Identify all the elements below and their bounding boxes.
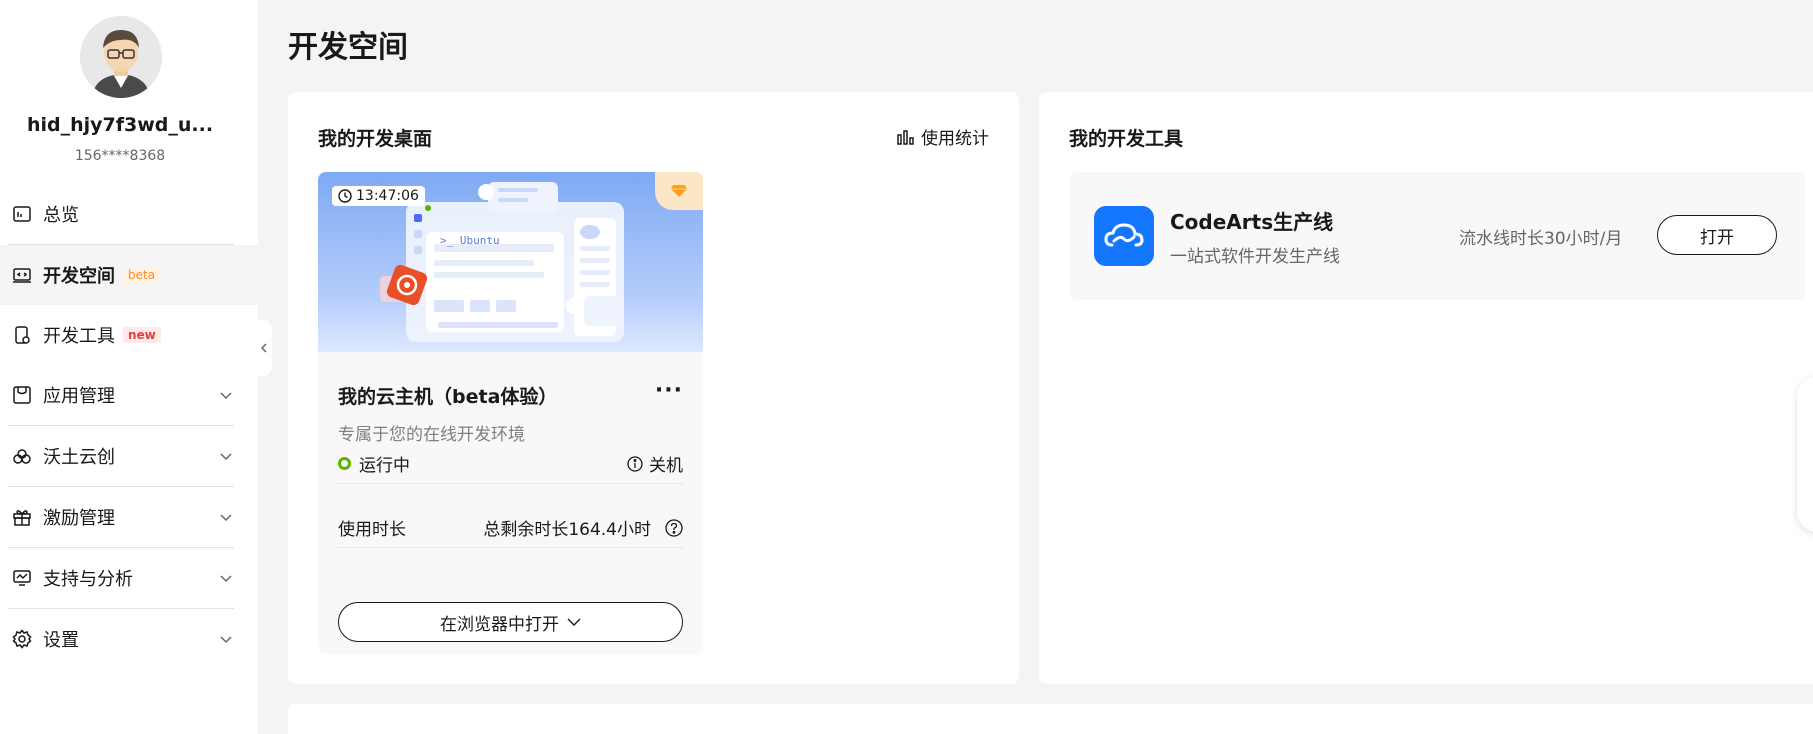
beta-badge: beta xyxy=(123,267,161,283)
cloud-icon xyxy=(12,446,32,466)
banner-terminal-text: >_ Ubuntu xyxy=(440,234,500,247)
vm-banner-image: >_ Ubuntu 13:47:06 xyxy=(318,172,703,352)
dashboard-icon xyxy=(12,204,32,224)
vm-description: 专属于您的在线开发环境 xyxy=(338,425,525,445)
remaining-time: 总剩余时长164.4小时 xyxy=(483,515,683,540)
chevron-down-icon xyxy=(220,514,232,522)
more-options-icon[interactable]: ··· xyxy=(655,378,683,403)
user-phone: 156****8368 xyxy=(74,148,166,164)
shutdown-label: 关机 xyxy=(649,456,683,476)
sidebar-item-cloud[interactable]: 沃土云创 xyxy=(0,426,258,486)
chevron-down-icon xyxy=(567,618,581,626)
monitor-icon xyxy=(12,568,32,588)
gear-icon xyxy=(12,629,32,649)
open-in-browser-button[interactable]: 在浏览器中打开 xyxy=(338,602,683,642)
dev-tools-card: 我的开发工具 CodeArts生产线 一站式软件开发生产线 流水线时长30小时/… xyxy=(1039,92,1813,684)
chevron-down-icon xyxy=(220,392,232,400)
new-badge: new xyxy=(123,327,161,343)
status-label: 运行中 xyxy=(359,456,410,476)
code-space-icon xyxy=(12,265,32,285)
sidebar-item-settings[interactable]: 设置 xyxy=(0,609,258,669)
sidebar-item-label: 沃土云创 xyxy=(43,447,115,468)
running-status: 运行中 xyxy=(338,451,410,476)
usage-label: 使用时长 xyxy=(338,520,406,540)
app-manage-icon xyxy=(12,385,32,405)
info-icon xyxy=(627,455,643,472)
sidebar-item-label: 应用管理 xyxy=(43,386,115,407)
sidebar-item-dev-space[interactable]: 开发空间 beta xyxy=(0,245,258,305)
sidebar-item-overview[interactable]: 总览 xyxy=(0,184,258,244)
chevron-down-icon xyxy=(220,453,232,461)
help-icon[interactable] xyxy=(665,518,683,537)
sidebar-item-incentive[interactable]: 激励管理 xyxy=(0,487,258,547)
card-title: 我的开发桌面 xyxy=(318,128,433,150)
usage-stats-link[interactable]: 使用统计 xyxy=(897,124,989,149)
codearts-logo-icon xyxy=(1094,206,1154,266)
card-title: 我的开发工具 xyxy=(1069,128,1184,150)
sidebar-item-label: 开发工具 xyxy=(43,326,115,347)
dev-tools-icon xyxy=(12,325,32,345)
sidebar-item-label: 激励管理 xyxy=(43,508,115,529)
open-tool-button[interactable]: 打开 xyxy=(1657,215,1777,255)
tool-quota: 流水线时长30小时/月 xyxy=(1459,229,1623,249)
sidebar-nav: 总览 开发空间 beta 开发工具 new 应用管理 沃土云创 激励管理 支持与… xyxy=(0,184,258,669)
premium-diamond-icon xyxy=(655,172,703,210)
vm-name: 我的云主机（beta体验） xyxy=(338,386,558,408)
tool-item-codearts: CodeArts生产线 一站式软件开发生产线 流水线时长30小时/月 打开 xyxy=(1069,172,1805,300)
username: hid_hjy7f3wd_u... xyxy=(26,114,214,136)
remaining-value: 总剩余时长164.4小时 xyxy=(483,520,651,540)
clock-icon xyxy=(338,189,352,203)
vm-usage-row: 使用时长 总剩余时长164.4小时 xyxy=(338,508,683,548)
uptime-chip: 13:47:06 xyxy=(332,186,425,206)
cloud-vm-card: >_ Ubuntu 13:47:06 我的云主机（beta体验） ··· 专属于… xyxy=(318,172,703,654)
vm-status-row: 运行中 关机 xyxy=(338,444,683,484)
running-dot-icon xyxy=(338,457,351,470)
bottom-card xyxy=(288,704,1813,734)
chevron-left-icon xyxy=(260,343,267,353)
usage-stats-label: 使用统计 xyxy=(921,129,989,149)
sidebar-item-label: 开发空间 xyxy=(43,266,115,287)
sidebar-item-label: 总览 xyxy=(43,205,79,226)
tool-description: 一站式软件开发生产线 xyxy=(1170,247,1340,267)
uptime-value: 13:47:06 xyxy=(356,188,419,204)
sidebar-item-label: 设置 xyxy=(43,630,79,651)
avatar[interactable] xyxy=(80,16,162,98)
sidebar-collapse-button[interactable] xyxy=(256,320,272,376)
tool-name: CodeArts生产线 xyxy=(1170,210,1334,234)
page-title: 开发空间 xyxy=(288,30,408,65)
dev-desktop-card: 我的开发桌面 使用统计 >_ Ubuntu 13:47:06 我的云主机（bet… xyxy=(288,92,1019,684)
shutdown-button[interactable]: 关机 xyxy=(627,451,683,476)
bar-chart-icon xyxy=(897,129,914,145)
chevron-down-icon xyxy=(220,575,232,583)
gift-icon xyxy=(12,507,32,527)
sidebar-item-dev-tools[interactable]: 开发工具 new xyxy=(0,305,258,365)
chevron-down-icon xyxy=(220,636,232,644)
floating-toolbar[interactable] xyxy=(1797,376,1813,532)
sidebar-item-support[interactable]: 支持与分析 xyxy=(0,548,258,608)
sidebar: hid_hjy7f3wd_u... 156****8368 总览 开发空间 be… xyxy=(0,0,258,734)
sidebar-item-label: 支持与分析 xyxy=(43,569,133,590)
open-in-browser-label: 在浏览器中打开 xyxy=(440,614,559,635)
sidebar-item-app-manage[interactable]: 应用管理 xyxy=(0,365,258,425)
